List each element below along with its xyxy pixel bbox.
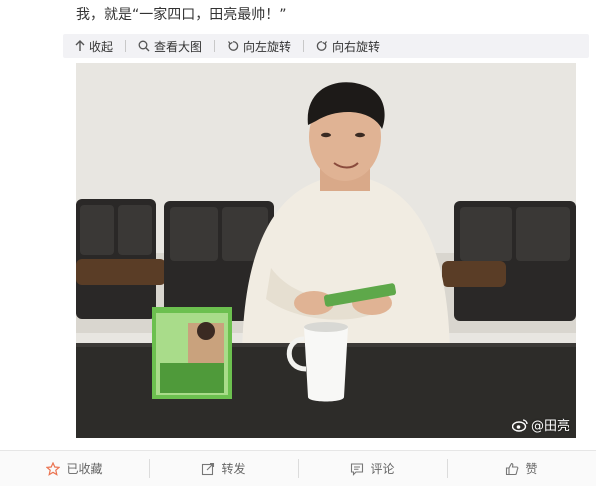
- product-box: [152, 307, 232, 399]
- thumbs-up-icon: [506, 462, 519, 475]
- sofa-left: [76, 199, 274, 321]
- weibo-logo-icon: [511, 418, 528, 432]
- magnifier-icon: [138, 40, 150, 52]
- rotate-right-icon: [316, 41, 328, 51]
- toolbar-divider: [303, 40, 305, 52]
- comment-button[interactable]: 评论: [298, 451, 447, 486]
- photo-watermark: @田亮: [511, 415, 570, 434]
- rotate-right-label: 向右旋转: [332, 39, 381, 54]
- view-large-label: 查看大图: [154, 39, 203, 54]
- favorite-button[interactable]: 已收藏: [0, 451, 149, 486]
- like-button[interactable]: 赞: [447, 451, 596, 486]
- favorite-label: 已收藏: [66, 462, 103, 476]
- rotate-left-button[interactable]: 向左旋转: [227, 38, 291, 55]
- rotate-left-label: 向左旋转: [243, 39, 292, 54]
- image-toolbar: 收起 查看大图 向左旋转 向右旋转: [63, 34, 589, 58]
- action-bar: 已收藏 转发 评论 赞: [0, 450, 596, 486]
- arrow-up-icon: [75, 40, 85, 51]
- sofa-right: [442, 201, 576, 321]
- star-icon: [46, 461, 61, 476]
- view-large-button[interactable]: 查看大图: [138, 38, 202, 55]
- toolbar-divider: [125, 40, 127, 52]
- toolbar-divider: [214, 40, 216, 52]
- collapse-label: 收起: [89, 39, 114, 54]
- post-photo[interactable]: @田亮: [76, 63, 576, 438]
- repost-label: 转发: [221, 462, 246, 476]
- comment-icon: [351, 462, 364, 476]
- comment-label: 评论: [370, 462, 395, 476]
- watermark-text: @田亮: [530, 419, 570, 434]
- like-label: 赞: [525, 462, 538, 476]
- post-text: 我，就是“一家四口，田亮最帅！”: [76, 7, 287, 23]
- collapse-button[interactable]: 收起: [75, 38, 113, 55]
- photo-illustration: [76, 63, 576, 438]
- repost-icon: [202, 462, 215, 475]
- rotate-right-button[interactable]: 向右旋转: [316, 38, 380, 55]
- rotate-left-icon: [228, 41, 239, 51]
- repost-button[interactable]: 转发: [149, 451, 298, 486]
